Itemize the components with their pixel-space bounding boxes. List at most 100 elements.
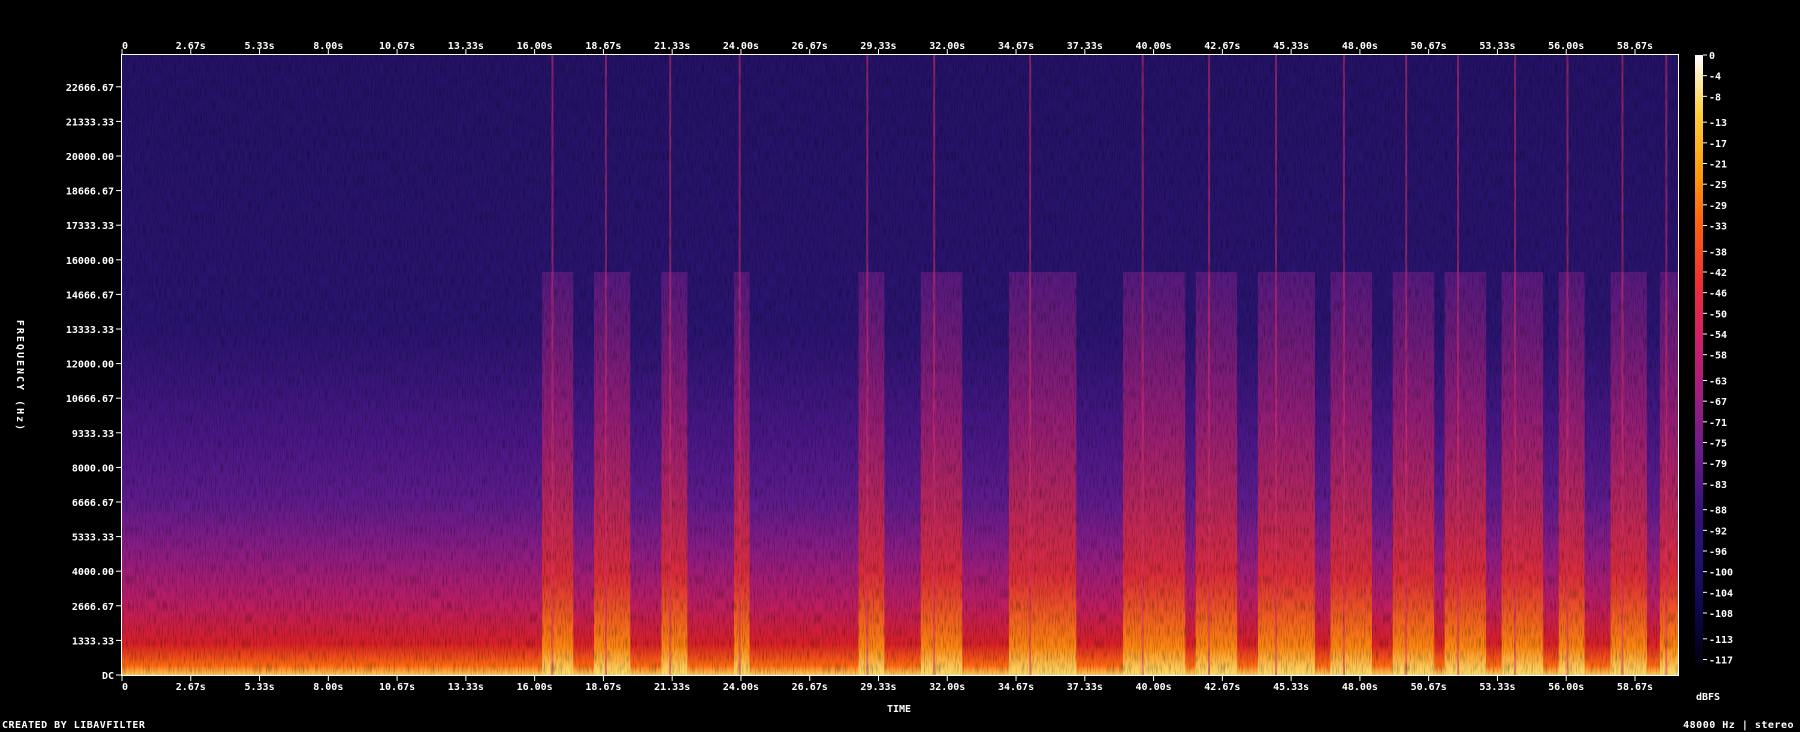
y-tick-label: 1333.33 bbox=[72, 636, 114, 647]
credit-text: CREATED BY LIBAVFILTER bbox=[2, 720, 146, 731]
audio-info-text: 48000 Hz | stereo bbox=[1683, 720, 1794, 731]
colorbar-tick-label: -83 bbox=[1709, 480, 1727, 491]
y-tick-label: 14666.67 bbox=[66, 290, 114, 301]
x-tick-label: 40.00s bbox=[1136, 41, 1172, 52]
colorbar-tick-label: -13 bbox=[1709, 118, 1727, 129]
colorbar-scale bbox=[1695, 55, 1703, 675]
x-tick-label: 45.33s bbox=[1273, 41, 1309, 52]
x-tick-label: 13.33s bbox=[448, 682, 484, 693]
x-tick-label: 16.00s bbox=[517, 682, 553, 693]
x-tick-label: 40.00s bbox=[1136, 682, 1172, 693]
y-tick-label: 16000.00 bbox=[66, 256, 114, 267]
x-tick-label: 32.00s bbox=[929, 41, 965, 52]
x-tick-label: 24.00s bbox=[723, 41, 759, 52]
y-tick-label: 20000.00 bbox=[66, 152, 114, 163]
x-tick-label: 42.67s bbox=[1204, 682, 1240, 693]
x-axis-label: TIME bbox=[887, 704, 911, 715]
x-ticks-bottom: 0 2.67s 5.33s 8.00s 10.67s 13.33s 16.00s 18.67s… bbox=[121, 675, 1653, 693]
y-tick-label: 4000.00 bbox=[72, 567, 114, 578]
colorbar: 0 -4 -8 -13 -17 -21 -25 -29 -33 -38 -42 -46 -50 -54 -5… bbox=[1695, 51, 1733, 703]
x-tick-label: 26.67s bbox=[792, 41, 828, 52]
y-tick-label: 17333.33 bbox=[66, 221, 114, 232]
y-tick-label: 9333.33 bbox=[72, 429, 114, 440]
x-tick-label: 8.00s bbox=[313, 41, 343, 52]
x-tick-label: 24.00s bbox=[723, 682, 759, 693]
y-tick-label: 12000.00 bbox=[66, 360, 114, 371]
colorbar-tick-label: -63 bbox=[1709, 377, 1727, 388]
y-tick-label: 13333.33 bbox=[66, 325, 114, 336]
x-tick-label: 2.67s bbox=[176, 41, 206, 52]
colorbar-tick-label: -21 bbox=[1709, 160, 1727, 171]
x-tick-label: 37.33s bbox=[1067, 682, 1103, 693]
y-tick-label: 2666.67 bbox=[72, 602, 114, 613]
colorbar-tick-label: -117 bbox=[1709, 656, 1733, 667]
x-ticks-top: 0 2.67s 5.33s 8.00s 10.67s 13.33s 16.00s 18.67s… bbox=[121, 41, 1653, 55]
y-tick-label: 5333.33 bbox=[72, 533, 114, 544]
y-tick-label: 6666.67 bbox=[72, 498, 114, 509]
y-tick-label: 10666.67 bbox=[66, 394, 114, 405]
colorbar-tick-label: -17 bbox=[1709, 139, 1727, 150]
x-tick-label: 21.33s bbox=[654, 41, 690, 52]
x-tick-label: 53.33s bbox=[1479, 682, 1515, 693]
x-tick-label: 10.67s bbox=[379, 41, 415, 52]
x-tick-label: 53.33s bbox=[1479, 41, 1515, 52]
colorbar-tick-label: -79 bbox=[1709, 459, 1727, 470]
colorbar-tick-label: -38 bbox=[1709, 247, 1727, 258]
x-tick-label: 56.00s bbox=[1548, 682, 1584, 693]
x-tick-label: 18.67s bbox=[585, 682, 621, 693]
spectrogram-chart: 0 2.67s 5.33s 8.00s 10.67s 13.33s 16.00s 18.67s… bbox=[14, 41, 1733, 715]
colorbar-tick-label: -113 bbox=[1709, 635, 1733, 646]
colorbar-label: dBFS bbox=[1696, 692, 1720, 703]
colorbar-tick-label: -25 bbox=[1709, 180, 1727, 191]
x-tick-label: 34.67s bbox=[998, 41, 1034, 52]
colorbar-tick-label: -71 bbox=[1709, 418, 1727, 429]
colorbar-tick-label: -54 bbox=[1709, 330, 1727, 341]
y-ticks: DC 1333.33 2666.67 4000.00 5333.33 6666.67 800… bbox=[66, 83, 122, 682]
y-tick-label: 8000.00 bbox=[72, 463, 114, 474]
x-tick-label: 29.33s bbox=[860, 682, 896, 693]
x-tick-label: 45.33s bbox=[1273, 682, 1309, 693]
x-tick-label: 50.67s bbox=[1411, 41, 1447, 52]
x-tick-label: 56.00s bbox=[1548, 41, 1584, 52]
colorbar-tick-label: -58 bbox=[1709, 351, 1727, 362]
x-tick-label: 0 bbox=[122, 682, 128, 693]
x-tick-label: 48.00s bbox=[1342, 682, 1378, 693]
x-tick-label: 18.67s bbox=[585, 41, 621, 52]
colorbar-tick-label: -67 bbox=[1709, 397, 1727, 408]
x-tick-label: 48.00s bbox=[1342, 41, 1378, 52]
colorbar-tick-label: -50 bbox=[1709, 309, 1727, 320]
x-tick-label: 32.00s bbox=[929, 682, 965, 693]
colorbar-tick-label: -96 bbox=[1709, 547, 1727, 558]
colorbar-tick-label: -104 bbox=[1709, 588, 1733, 599]
x-tick-label: 37.33s bbox=[1067, 41, 1103, 52]
colorbar-tick-label: -8 bbox=[1709, 92, 1721, 103]
x-tick-label: 5.33s bbox=[244, 41, 274, 52]
x-tick-label: 21.33s bbox=[654, 682, 690, 693]
x-tick-label: 58.67s bbox=[1617, 41, 1653, 52]
colorbar-tick-label: -33 bbox=[1709, 222, 1727, 233]
colorbar-tick-label: -29 bbox=[1709, 201, 1727, 212]
y-axis-label: FREQUENCY (Hz) bbox=[14, 320, 25, 432]
colorbar-tick-label: -100 bbox=[1709, 568, 1733, 579]
x-tick-label: 29.33s bbox=[860, 41, 896, 52]
x-tick-label: 8.00s bbox=[313, 682, 343, 693]
y-tick-label: 22666.67 bbox=[66, 83, 114, 94]
x-tick-label: 42.67s bbox=[1204, 41, 1240, 52]
colorbar-tick-label: 0 bbox=[1709, 51, 1715, 62]
colorbar-tick-label: -46 bbox=[1709, 289, 1727, 300]
x-tick-label: 5.33s bbox=[244, 682, 274, 693]
x-tick-label: 10.67s bbox=[379, 682, 415, 693]
colorbar-tick-label: -108 bbox=[1709, 609, 1733, 620]
x-tick-label: 16.00s bbox=[517, 41, 553, 52]
x-tick-label: 34.67s bbox=[998, 682, 1034, 693]
y-tick-label: 21333.33 bbox=[66, 117, 114, 128]
colorbar-ticks: 0 -4 -8 -13 -17 -21 -25 -29 -33 -38 -42 -46 -50 -54 -5… bbox=[1703, 51, 1733, 667]
noise-texture bbox=[122, 55, 1678, 675]
colorbar-tick-label: -4 bbox=[1709, 72, 1721, 83]
x-tick-label: 2.67s bbox=[176, 682, 206, 693]
x-tick-label: 13.33s bbox=[448, 41, 484, 52]
y-tick-label: 18666.67 bbox=[66, 187, 114, 198]
colorbar-tick-label: -42 bbox=[1709, 268, 1727, 279]
plot-area bbox=[121, 54, 1679, 676]
colorbar-tick-label: -92 bbox=[1709, 526, 1727, 537]
